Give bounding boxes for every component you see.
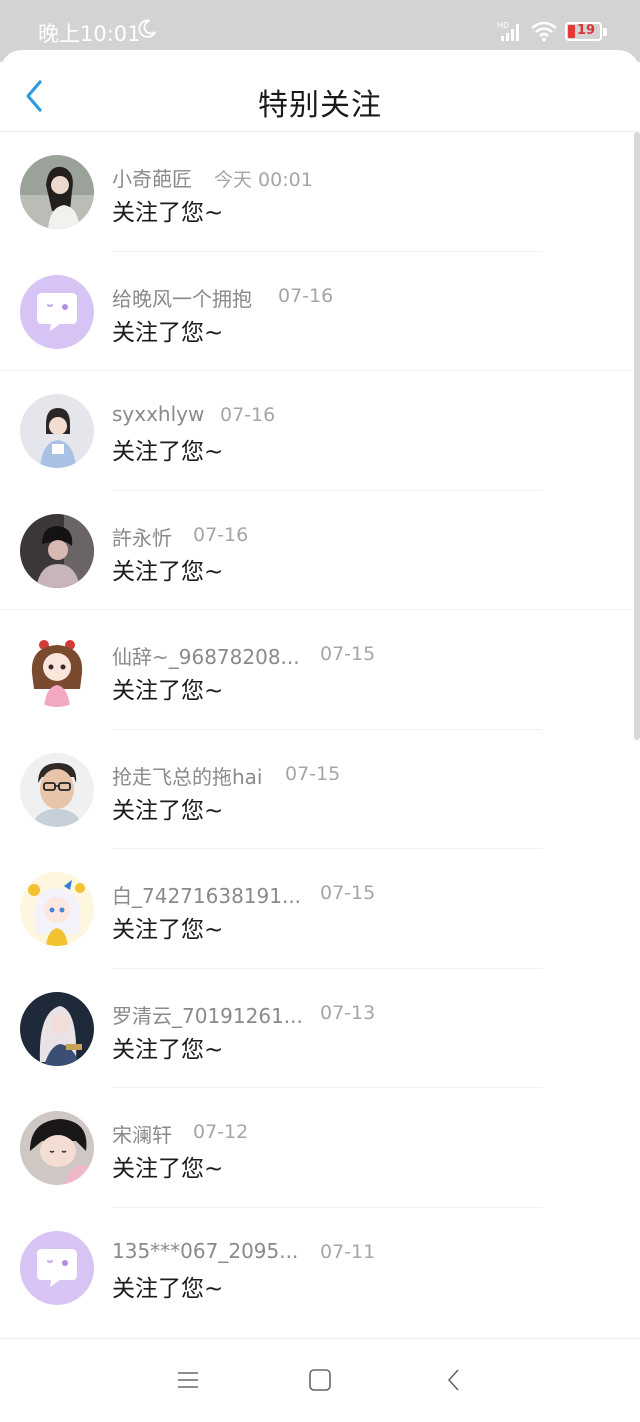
status-time: 晚上10:01 xyxy=(38,22,141,46)
system-nav-bar xyxy=(0,1338,640,1422)
follow-time: 07-16 xyxy=(278,284,334,307)
follow-time: 07-12 xyxy=(193,1121,249,1143)
list-item[interactable]: 白_74271638191... 07-15 关注了您~ xyxy=(0,849,632,969)
follow-message: 关注了您~ xyxy=(112,1275,224,1302)
user-name: 許永忻 xyxy=(112,525,172,550)
page-title: 特别关注 xyxy=(258,88,382,123)
follow-time: 07-13 xyxy=(320,1001,376,1024)
wifi-icon xyxy=(531,21,557,42)
follow-list: 小奇葩匠 今天 00:01 关注了您~ 给晚风一个拥抱 07-16 关注了您~ … xyxy=(0,132,632,1327)
user-avatar[interactable] xyxy=(20,991,94,1066)
list-item[interactable]: syxxhlyw 07-16 关注了您~ xyxy=(0,371,632,491)
follow-time: 07-16 xyxy=(193,523,249,546)
follow-time: 07-11 xyxy=(320,1240,376,1263)
follow-message: 关注了您~ xyxy=(112,797,224,824)
follow-message: 关注了您~ xyxy=(112,678,224,704)
follow-message: 关注了您~ xyxy=(112,917,224,943)
user-name: syxxhlyw xyxy=(112,402,205,426)
follow-message: 关注了您~ xyxy=(112,439,224,465)
page-header: 特别关注 xyxy=(0,50,640,132)
list-item[interactable]: 135***067_2095... 07-11 关注了您~ xyxy=(0,1208,632,1328)
user-avatar[interactable] xyxy=(20,1111,94,1185)
follow-time: 07-15 xyxy=(285,762,341,785)
list-item[interactable]: 宋澜轩 07-12 关注了您~ xyxy=(0,1088,632,1208)
user-avatar[interactable] xyxy=(20,394,94,468)
user-avatar[interactable] xyxy=(20,752,94,827)
list-item[interactable]: 許永忻 07-16 关注了您~ xyxy=(0,491,632,610)
svg-text:HD: HD xyxy=(497,21,509,30)
back-triangle-icon[interactable] xyxy=(441,1367,467,1393)
user-name: 135***067_2095... xyxy=(112,1238,299,1263)
user-name: 罗清云_70191261... xyxy=(112,1003,303,1028)
user-avatar[interactable] xyxy=(20,513,94,588)
battery-level: 19 xyxy=(577,23,596,38)
list-item[interactable]: 抢走飞总的拖hai 07-15 关注了您~ xyxy=(0,730,632,849)
home-square-icon[interactable] xyxy=(307,1367,333,1393)
user-name: 抢走飞总的拖hai xyxy=(112,764,263,789)
user-avatar[interactable] xyxy=(20,155,94,229)
scrollbar[interactable] xyxy=(634,132,640,740)
list-item[interactable]: 小奇葩匠 今天 00:01 关注了您~ xyxy=(0,132,632,252)
follow-message: 关注了您~ xyxy=(112,558,224,585)
follow-message: 关注了您~ xyxy=(112,200,224,226)
default-avatar-icon[interactable] xyxy=(20,1230,94,1305)
user-name: 仙辞~_96878208... xyxy=(112,645,300,669)
hd-signal-icon: HD xyxy=(497,21,519,41)
follow-time: 今天 00:01 xyxy=(214,169,313,191)
user-avatar[interactable] xyxy=(20,872,94,946)
follow-time: 07-15 xyxy=(320,882,376,904)
user-avatar[interactable] xyxy=(20,633,94,707)
follow-message: 关注了您~ xyxy=(112,1156,224,1182)
battery-icon: 19 xyxy=(565,22,607,42)
default-avatar-icon[interactable] xyxy=(20,274,94,349)
user-name: 宋澜轩 xyxy=(112,1123,172,1147)
user-name: 白_74271638191... xyxy=(112,884,302,908)
list-item[interactable]: 给晚风一个拥抱 07-16 关注了您~ xyxy=(0,252,632,371)
user-name: 给晚风一个拥抱 xyxy=(112,286,252,311)
list-item[interactable]: 仙辞~_96878208... 07-15 关注了您~ xyxy=(0,610,632,730)
follow-message: 关注了您~ xyxy=(112,1036,224,1063)
follow-message: 关注了您~ xyxy=(112,319,224,346)
follow-time: 07-16 xyxy=(220,404,276,426)
menu-icon[interactable] xyxy=(175,1367,201,1393)
list-item[interactable]: 罗清云_70191261... 07-13 关注了您~ xyxy=(0,969,632,1088)
follow-time: 07-15 xyxy=(320,643,376,665)
moon-icon xyxy=(138,19,157,38)
user-name: 小奇葩匠 xyxy=(112,167,192,191)
